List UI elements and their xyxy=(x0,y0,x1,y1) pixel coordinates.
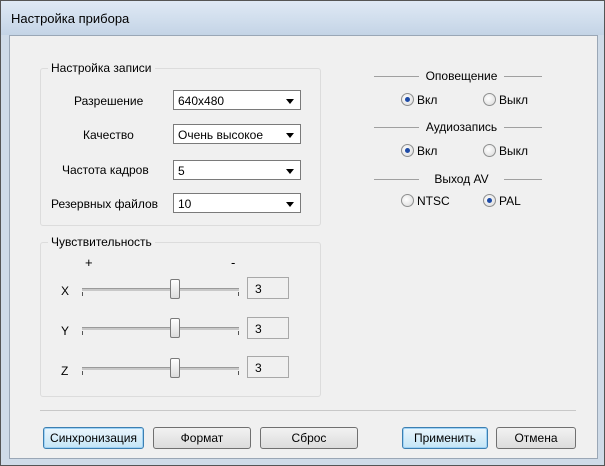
notification-separator-left xyxy=(374,76,419,77)
format-button[interactable]: Формат xyxy=(153,427,251,449)
z-slider-tick xyxy=(82,371,83,375)
ntsc-radio[interactable] xyxy=(401,194,414,207)
notification-title: Оповещение xyxy=(425,69,498,83)
reset-button[interactable]: Сброс xyxy=(260,427,358,449)
backup-files-label: Резервных файлов xyxy=(51,197,158,211)
quality-select[interactable]: Очень высокое xyxy=(173,124,301,144)
x-slider-thumb[interactable] xyxy=(170,279,180,299)
notification-on-label[interactable]: Вкл xyxy=(417,93,437,107)
resolution-label: Разрешение xyxy=(74,94,144,108)
window-title: Настройка прибора xyxy=(11,11,130,26)
x-slider-tick xyxy=(82,292,83,296)
z-slider-track[interactable] xyxy=(82,367,239,370)
chevron-down-icon xyxy=(286,133,294,138)
x-slider-track[interactable] xyxy=(82,288,239,291)
chevron-down-icon xyxy=(286,202,294,207)
pal-radio[interactable] xyxy=(483,194,496,207)
chevron-down-icon xyxy=(286,99,294,104)
y-slider-thumb[interactable] xyxy=(170,318,180,338)
recording-settings-label: Настройка записи xyxy=(48,61,155,75)
z-value-field: 3 xyxy=(247,356,289,378)
y-value-field: 3 xyxy=(247,317,289,339)
frame-rate-select[interactable]: 5 xyxy=(173,160,301,180)
sync-button[interactable]: Синхронизация xyxy=(43,427,144,449)
pal-label[interactable]: PAL xyxy=(499,194,521,208)
notification-off-radio[interactable] xyxy=(483,93,496,106)
ntsc-label[interactable]: NTSC xyxy=(417,194,450,208)
sensitivity-minus-label: - xyxy=(231,255,236,270)
dialog-client-area: Настройка записи Разрешение 640x480 Каче… xyxy=(9,35,598,459)
chevron-down-icon xyxy=(286,169,294,174)
audio-separator-right xyxy=(504,127,542,128)
x-value: 3 xyxy=(255,282,262,296)
axis-x-label: X xyxy=(61,284,70,298)
sensitivity-plus-label: + xyxy=(85,255,93,270)
y-value: 3 xyxy=(255,322,262,336)
av-out-separator-right xyxy=(504,179,542,180)
notification-on-radio[interactable] xyxy=(401,93,414,106)
x-slider-tick xyxy=(238,292,239,296)
av-out-separator-left xyxy=(374,179,419,180)
axis-y-label: Y xyxy=(61,324,70,338)
audio-on-radio[interactable] xyxy=(401,144,414,157)
frame-rate-value: 5 xyxy=(178,164,185,178)
y-slider-track[interactable] xyxy=(82,327,239,330)
buttons-separator xyxy=(40,410,576,411)
apply-button[interactable]: Применить xyxy=(402,427,488,449)
quality-label: Качество xyxy=(83,128,134,142)
audio-title: Аудиозапись xyxy=(425,120,498,134)
x-value-field: 3 xyxy=(247,277,289,299)
title-bar[interactable]: Настройка прибора xyxy=(1,1,604,35)
z-slider-tick xyxy=(238,371,239,375)
av-out-title: Выход AV xyxy=(434,172,489,186)
z-slider-thumb[interactable] xyxy=(170,358,180,378)
audio-on-label[interactable]: Вкл xyxy=(417,144,437,158)
frame-rate-label: Частота кадров xyxy=(62,163,149,177)
sensitivity-label: Чувствительность xyxy=(48,235,155,249)
z-value: 3 xyxy=(255,361,262,375)
notification-separator-right xyxy=(504,76,542,77)
audio-off-label[interactable]: Выкл xyxy=(499,144,528,158)
settings-dialog: Настройка прибора Настройка записи Разре… xyxy=(0,0,605,466)
backup-files-select[interactable]: 10 xyxy=(173,193,301,213)
resolution-value: 640x480 xyxy=(178,94,225,108)
notification-off-label[interactable]: Выкл xyxy=(499,93,528,107)
cancel-button[interactable]: Отмена xyxy=(496,427,576,449)
resolution-select[interactable]: 640x480 xyxy=(173,90,301,110)
audio-off-radio[interactable] xyxy=(483,144,496,157)
axis-z-label: Z xyxy=(61,364,69,378)
y-slider-tick xyxy=(82,331,83,335)
y-slider-tick xyxy=(238,331,239,335)
backup-files-value: 10 xyxy=(178,197,192,211)
audio-separator-left xyxy=(374,127,419,128)
quality-value: Очень высокое xyxy=(178,128,264,142)
